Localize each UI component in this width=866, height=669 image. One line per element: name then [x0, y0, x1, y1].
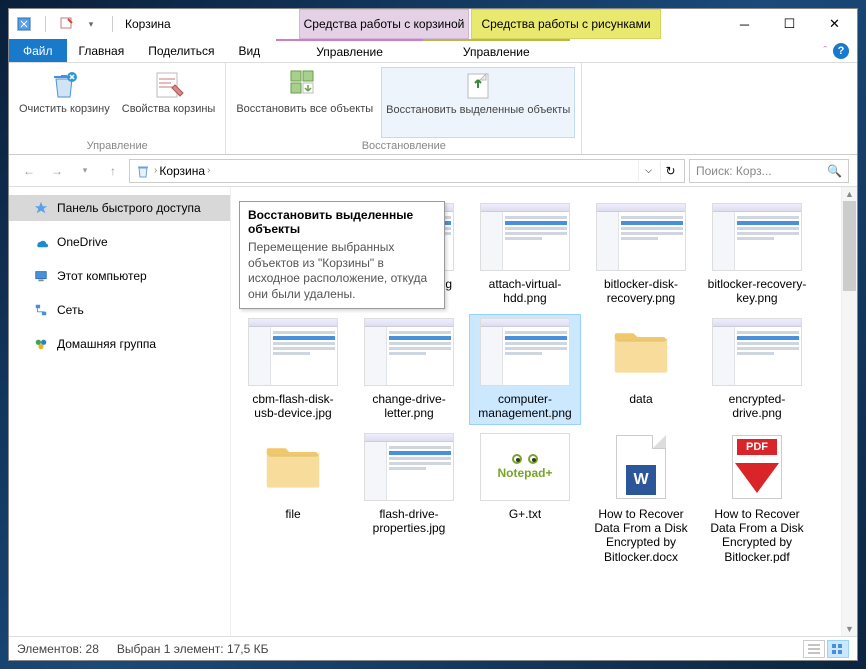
file-item[interactable]: bitlocker-recovery-key.png: [701, 199, 813, 310]
search-placeholder: Поиск: Корз...: [696, 164, 827, 178]
status-selection: Выбран 1 элемент: 17,5 КБ: [117, 642, 269, 656]
file-item[interactable]: data: [585, 314, 697, 425]
nav-quick-access[interactable]: Панель быстрого доступа: [9, 195, 230, 221]
close-button[interactable]: ✕: [812, 9, 857, 39]
refresh-button[interactable]: ↻: [660, 161, 680, 181]
breadcrumb-location[interactable]: Корзина: [159, 164, 205, 178]
view-icons-button[interactable]: [827, 640, 849, 658]
help-icon[interactable]: ?: [833, 43, 849, 59]
breadcrumb-chevron-icon[interactable]: ›: [154, 165, 157, 176]
network-icon: [33, 302, 49, 318]
pc-icon: [33, 268, 49, 284]
status-item-count: Элементов: 28: [17, 642, 99, 656]
file-item-label: encrypted-drive.png: [705, 392, 809, 421]
restore-all-button[interactable]: Восстановить все объекты: [232, 67, 377, 138]
status-bar: Элементов: 28 Выбран 1 элемент: 17,5 КБ: [9, 636, 857, 660]
nav-onedrive[interactable]: OneDrive: [9, 229, 230, 255]
ribbon-group-label-restore: Восстановление: [362, 140, 446, 152]
ribbon: Очистить корзину Свойства корзины Управл…: [9, 63, 857, 155]
file-item[interactable]: cbm-flash-disk-usb-device.jpg: [237, 314, 349, 425]
restore-selected-button[interactable]: Восстановить выделенные объекты: [381, 67, 575, 138]
ribbon-tabs: Файл Главная Поделиться Вид Управление У…: [9, 39, 857, 63]
ribbon-group-label: Управление: [87, 140, 148, 152]
properties-icon[interactable]: [58, 15, 76, 33]
window-title: Корзина: [125, 17, 171, 31]
file-item-label: flash-drive-properties.jpg: [357, 507, 461, 536]
context-tab-picture-tools[interactable]: Средства работы с рисунками: [471, 9, 661, 39]
maximize-button[interactable]: ☐: [767, 9, 812, 39]
nav-back-button[interactable]: ←: [17, 159, 41, 183]
file-item-label: How to Recover Data From a Disk Encrypte…: [589, 507, 693, 563]
location-recycle-icon: [134, 162, 152, 180]
tooltip: Восстановить выделенные объекты Перемеще…: [239, 201, 445, 309]
file-item[interactable]: flash-drive-properties.jpg: [353, 429, 465, 567]
nav-recent-dropdown[interactable]: ▾: [73, 159, 97, 183]
search-icon: 🔍: [827, 164, 842, 178]
ribbon-collapse-icon[interactable]: ˆ: [823, 45, 827, 57]
tab-manage-pic[interactable]: Управление: [423, 39, 570, 62]
tab-home[interactable]: Главная: [67, 39, 137, 62]
homegroup-icon: [33, 336, 49, 352]
minimize-button[interactable]: ─: [722, 9, 767, 39]
search-input[interactable]: Поиск: Корз... 🔍: [689, 159, 849, 183]
empty-bin-icon: [48, 69, 80, 101]
tooltip-body: Перемещение выбранных объектов из "Корзи…: [248, 240, 436, 302]
nav-this-pc[interactable]: Этот компьютер: [9, 263, 230, 289]
file-item[interactable]: encrypted-drive.png: [701, 314, 813, 425]
file-item-label: How to Recover Data From a Disk Encrypte…: [705, 507, 809, 563]
view-details-button[interactable]: [803, 640, 825, 658]
nav-forward-button[interactable]: →: [45, 159, 69, 183]
file-item[interactable]: change-drive-letter.png: [353, 314, 465, 425]
tab-view[interactable]: Вид: [226, 39, 272, 62]
file-item-label: change-drive-letter.png: [357, 392, 461, 421]
scroll-thumb[interactable]: [843, 201, 856, 291]
context-tab-recycle-tools[interactable]: Средства работы с корзиной: [299, 9, 469, 39]
file-item-label: G+.txt: [509, 507, 541, 521]
file-item[interactable]: PDFHow to Recover Data From a Disk Encry…: [701, 429, 813, 567]
nav-bar: ← → ▾ ↑ › Корзина › ⌵ ↻ Поиск: Корз... 🔍: [9, 155, 857, 187]
ribbon-group-manage: Очистить корзину Свойства корзины Управл…: [9, 63, 226, 154]
bin-properties-icon: [153, 69, 185, 101]
file-item-label: computer-management.png: [473, 392, 577, 421]
nav-network[interactable]: Сеть: [9, 297, 230, 323]
address-dropdown-button[interactable]: ⌵: [638, 161, 658, 181]
file-item-label: file: [285, 507, 300, 521]
title-bar: ▾ Корзина Средства работы с корзиной Сре…: [9, 9, 857, 39]
breadcrumb-chevron-icon[interactable]: ›: [207, 165, 210, 176]
tooltip-title: Восстановить выделенные объекты: [248, 208, 436, 236]
file-item[interactable]: attach-virtual-hdd.png: [469, 199, 581, 310]
file-item[interactable]: file: [237, 429, 349, 567]
nav-up-button[interactable]: ↑: [101, 159, 125, 183]
file-item-label: cbm-flash-disk-usb-device.jpg: [241, 392, 345, 421]
star-icon: [33, 200, 49, 216]
address-bar[interactable]: › Корзина › ⌵ ↻: [129, 159, 685, 183]
tab-manage-bin[interactable]: Управление: [276, 39, 423, 62]
tab-share[interactable]: Поделиться: [136, 39, 226, 62]
file-item-label: data: [629, 392, 652, 406]
scroll-up-icon[interactable]: ▲: [842, 187, 857, 201]
tab-file[interactable]: Файл: [9, 39, 67, 62]
explorer-window: ▾ Корзина Средства работы с корзиной Сре…: [8, 8, 858, 661]
nav-homegroup[interactable]: Домашняя группа: [9, 331, 230, 357]
file-item[interactable]: computer-management.png: [469, 314, 581, 425]
recycle-bin-properties-button[interactable]: Свойства корзины: [118, 67, 220, 138]
file-item-label: attach-virtual-hdd.png: [473, 277, 577, 306]
file-item[interactable]: Notepad+G+.txt: [469, 429, 581, 567]
quick-access-toolbar: ▾ Корзина: [15, 15, 171, 33]
file-item[interactable]: WHow to Recover Data From a Disk Encrypt…: [585, 429, 697, 567]
navigation-pane: Панель быстрого доступа OneDrive Этот ко…: [9, 187, 231, 636]
ribbon-group-restore: Восстановить все объекты Восстановить вы…: [226, 63, 582, 154]
restore-all-icon: [289, 69, 321, 101]
file-item-label: bitlocker-recovery-key.png: [705, 277, 809, 306]
file-item-label: bitlocker-disk-recovery.png: [589, 277, 693, 306]
vertical-scrollbar[interactable]: ▲ ▼: [841, 187, 857, 636]
restore-selected-icon: [462, 70, 494, 102]
recycle-bin-icon: [15, 15, 33, 33]
file-item[interactable]: bitlocker-disk-recovery.png: [585, 199, 697, 310]
empty-recycle-bin-button[interactable]: Очистить корзину: [15, 67, 114, 138]
scroll-down-icon[interactable]: ▼: [842, 622, 857, 636]
onedrive-icon: [33, 234, 49, 250]
qat-dropdown-icon[interactable]: ▾: [82, 15, 100, 33]
